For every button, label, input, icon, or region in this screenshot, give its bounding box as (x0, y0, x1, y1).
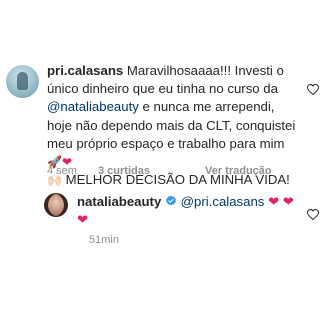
reply-mention[interactable]: @pri.calasans (181, 194, 265, 209)
reply-body: nataliabeauty @pri.calasans ❤ ❤ ❤ (77, 193, 297, 229)
comment-username[interactable]: pri.calasans (47, 63, 123, 78)
reply-timestamp: 51min (89, 234, 119, 246)
heart-outline-icon[interactable] (307, 84, 319, 95)
comment-mention[interactable]: @nataliabeauty (47, 99, 139, 114)
avatar-nataliabeauty[interactable] (44, 193, 68, 217)
avatar-figure (17, 72, 28, 90)
translate-link[interactable]: Ver tradução (205, 165, 272, 177)
verified-badge-icon (165, 194, 177, 206)
reply-username[interactable]: nataliabeauty (77, 194, 161, 209)
avatar-pri-calasans[interactable] (6, 65, 39, 98)
comment-timestamp: 4 sem (47, 165, 77, 177)
reply-heart-outline-icon[interactable] (307, 209, 319, 220)
comment-likes-count[interactable]: 3 curtidas (98, 165, 150, 177)
avatar-hair (44, 193, 68, 217)
